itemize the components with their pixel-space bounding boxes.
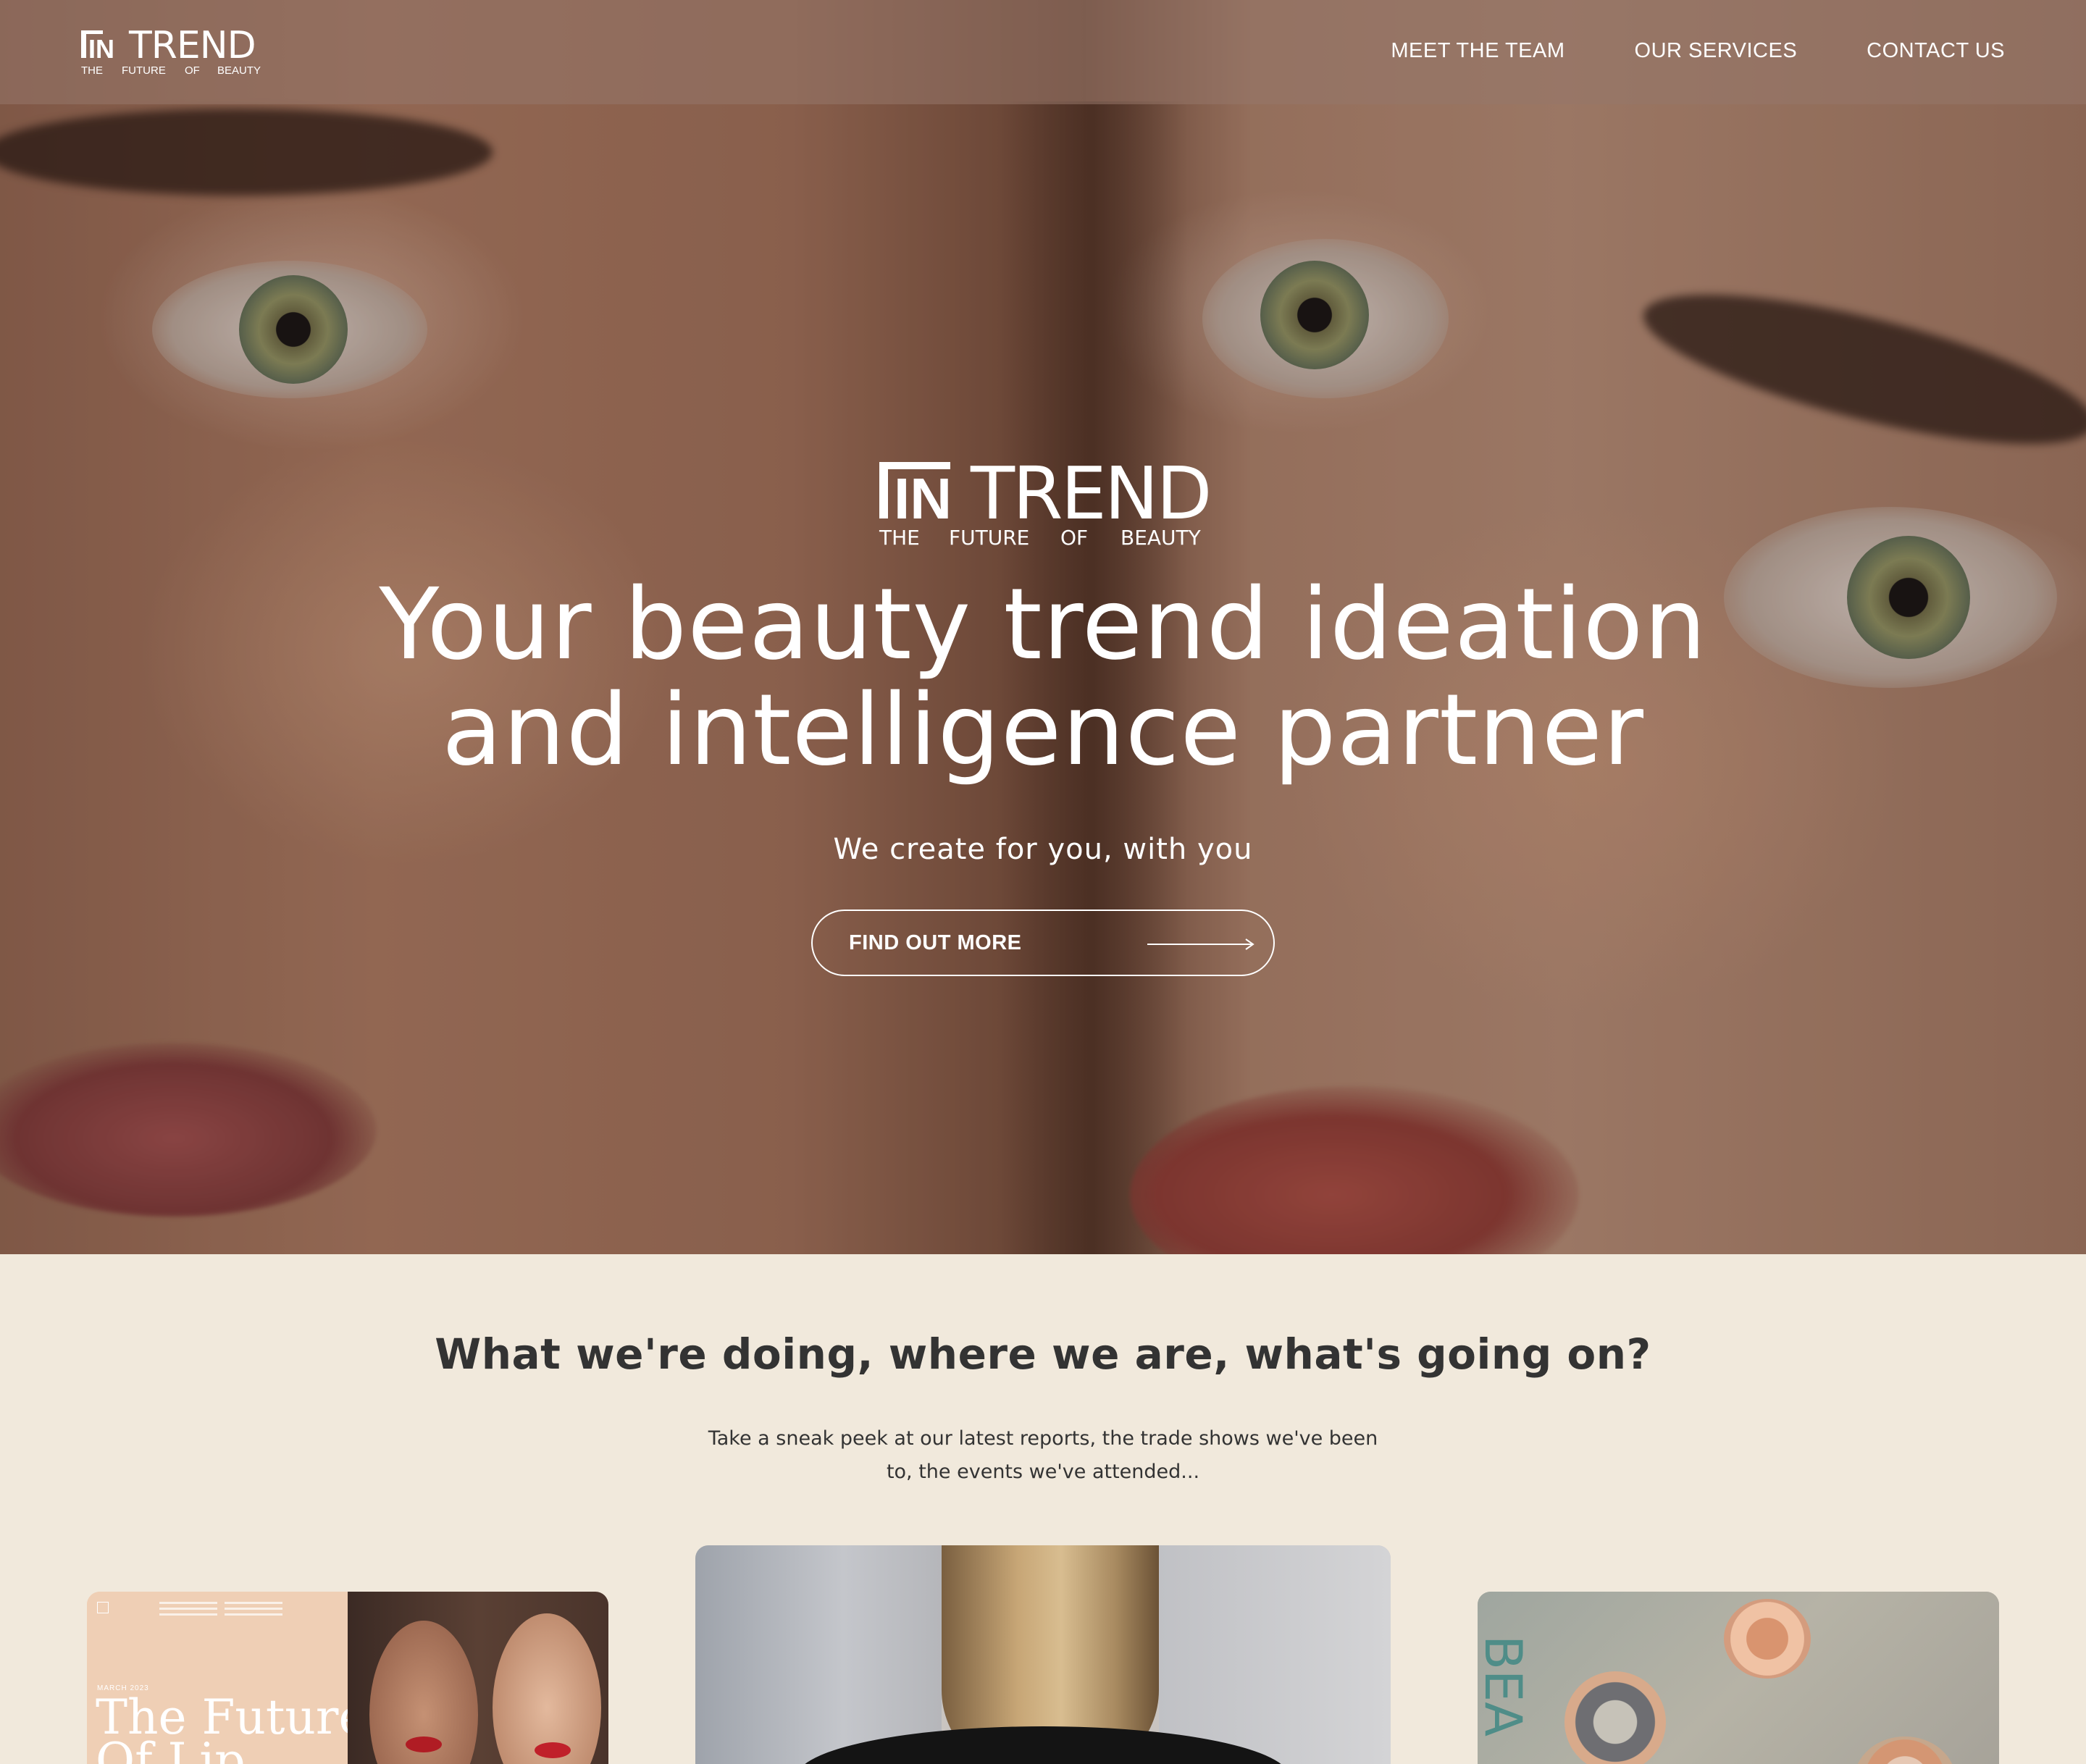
card-photo-curtain-right — [1159, 1545, 1391, 1764]
site-header: IN TREND THE FUTURE OF BEAUTY MEET THE T… — [0, 0, 2086, 104]
supplements-label-text: BEA — [1478, 1635, 1533, 1737]
report-title: The Future Of Lip — [96, 1694, 367, 1764]
find-out-more-button[interactable]: FIND OUT MORE — [811, 910, 1275, 976]
logo-big-tagline-1: THE — [879, 526, 920, 547]
nav-our-services[interactable]: OUR SERVICES — [1635, 39, 1798, 63]
report-model-face-2 — [493, 1613, 601, 1764]
logo-big-word: TREND — [970, 461, 1208, 536]
logo-small-tagline-4: BEAUTY — [217, 64, 261, 77]
news-card-supplements[interactable]: BEA — [1478, 1592, 1999, 1764]
find-out-more-label: FIND OUT MORE — [849, 931, 1022, 954]
logo-small-tagline-1: THE — [81, 64, 103, 77]
supplement-jar-1 — [1724, 1599, 1811, 1679]
news-card-report[interactable]: MARCH 2023 The Future Of Lip — [87, 1592, 608, 1764]
logo-small-tagline-3: OF — [185, 64, 200, 77]
site-logo[interactable]: IN TREND THE FUTURE OF BEAUTY — [80, 26, 268, 77]
report-title-line-2: Of Lip — [96, 1733, 246, 1764]
card-photo-curtain-left — [695, 1545, 942, 1764]
hero-subline: We create for you, with you — [833, 833, 1253, 866]
logo-small-word: TREND — [128, 26, 256, 67]
arrow-right-icon — [1147, 938, 1254, 950]
nav-contact-us[interactable]: CONTACT US — [1867, 39, 2005, 63]
logo-small-mark: IN — [88, 34, 114, 64]
hero-headline: Your beauty trend ideation and intellige… — [0, 572, 2086, 784]
logo-big-tagline-2: FUTURE — [949, 526, 1029, 547]
hero-logo: IN TREND THE FUTURE OF BEAUTY — [879, 461, 1208, 547]
news-card-photo[interactable] — [695, 1545, 1391, 1764]
report-cover-text-lines-1 — [159, 1602, 217, 1619]
logo-big-mark: IN — [894, 466, 952, 531]
news-section-description: Take a sneak peek at our latest reports,… — [708, 1427, 1378, 1483]
news-section-title: What we're doing, where we are, what's g… — [435, 1330, 1651, 1379]
report-cover-photo — [348, 1592, 608, 1764]
nav-meet-the-team[interactable]: MEET THE TEAM — [1391, 39, 1564, 63]
report-model-lips-2 — [535, 1742, 571, 1758]
logo-big-tagline-4: BEAUTY — [1121, 526, 1202, 547]
hero-section: IN TREND THE FUTURE OF BEAUTY MEET THE T… — [0, 0, 2086, 1254]
report-model-lips-1 — [406, 1736, 442, 1752]
main-nav: MEET THE TEAM OUR SERVICES CONTACT US — [1391, 39, 2005, 63]
supplement-jar-2 — [1564, 1671, 1666, 1764]
report-cover-text-lines-2 — [225, 1602, 282, 1619]
logo-big-tagline-3: OF — [1060, 526, 1088, 547]
report-cover-panel: MARCH 2023 The Future Of Lip — [87, 1592, 367, 1764]
logo-small-tagline-2: FUTURE — [122, 64, 166, 77]
hero-headline-line-1: Your beauty trend ideation — [379, 568, 1707, 682]
hero-headline-line-2: and intelligence partner — [442, 673, 1644, 788]
report-logo-mark — [97, 1602, 109, 1613]
